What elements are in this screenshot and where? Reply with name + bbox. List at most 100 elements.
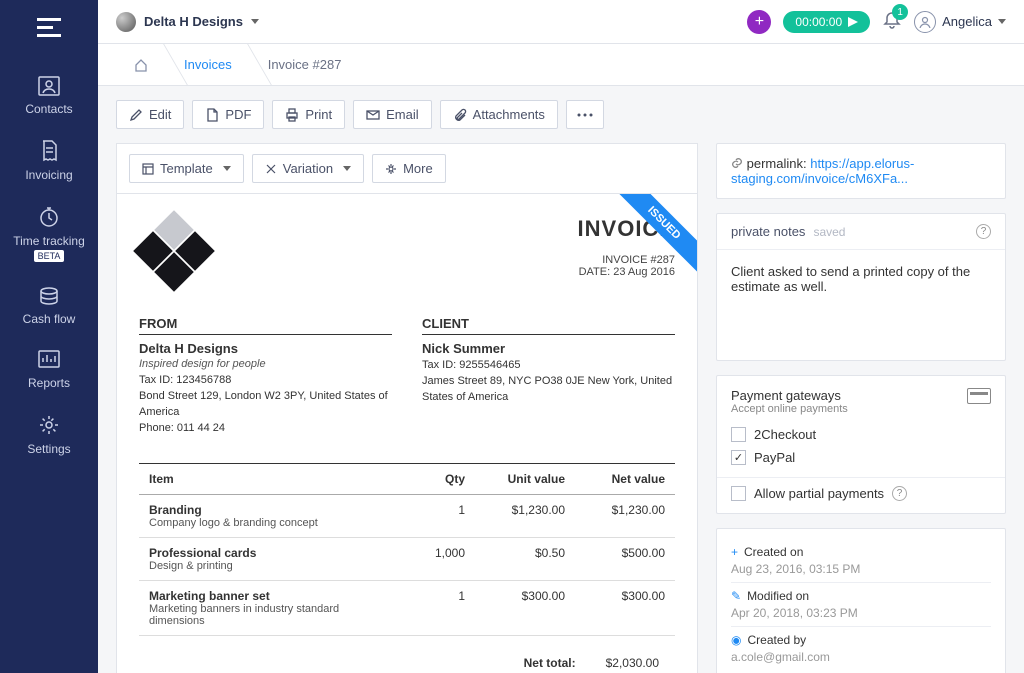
breadcrumb-invoices[interactable]: Invoices — [166, 44, 250, 85]
meta-item: + Created onAug 23, 2016, 03:15 PM — [731, 539, 991, 583]
action-bar: Edit PDF Print Email Attachments — [116, 100, 1006, 129]
chevron-down-icon — [251, 19, 259, 24]
breadcrumb-current: Invoice #287 — [250, 44, 360, 85]
print-button[interactable]: Print — [272, 100, 345, 129]
gateways-subtitle: Accept online payments — [731, 403, 848, 415]
timer-value: 00:00:00 — [795, 15, 842, 29]
gateway-checkbox[interactable]: 2Checkout — [731, 427, 991, 442]
gear-icon — [38, 414, 60, 436]
col-unit: Unit value — [475, 463, 575, 494]
sidebar-label: Cash flow — [23, 312, 76, 326]
from-block: FROM Delta H Designs Inspired design for… — [139, 316, 392, 437]
meta-item: ✎ Modified onApr 20, 2018, 03:23 PM — [731, 583, 991, 627]
sidebar-label: Settings — [27, 442, 70, 456]
link-icon — [731, 157, 743, 169]
help-icon[interactable]: ? — [976, 224, 991, 239]
permalink-panel: permalink: https://app.elorus-staging.co… — [716, 143, 1006, 199]
org-switcher[interactable]: Delta H Designs — [116, 12, 259, 32]
chevron-down-icon — [998, 19, 1006, 24]
notes-saved: saved — [813, 225, 845, 239]
help-icon[interactable]: ? — [892, 486, 907, 501]
gear-icon — [385, 163, 397, 175]
col-item: Item — [139, 463, 405, 494]
card-icon — [967, 388, 991, 404]
home-icon — [134, 58, 148, 72]
checkbox-icon — [731, 427, 746, 442]
sidebar-item-invoicing[interactable]: Invoicing — [0, 126, 98, 192]
variation-icon — [265, 163, 277, 175]
email-icon — [366, 108, 380, 122]
sidebar-item-settings[interactable]: Settings — [0, 400, 98, 466]
cashflow-icon — [38, 286, 60, 306]
notes-textarea[interactable]: Client asked to send a printed copy of t… — [717, 250, 1005, 360]
user-menu[interactable]: Angelica — [914, 11, 1006, 33]
items-table: Item Qty Unit value Net value BrandingCo… — [139, 463, 675, 636]
notifications-button[interactable]: 1 — [882, 10, 902, 33]
sidebar-label: Reports — [28, 376, 70, 390]
print-icon — [285, 108, 299, 122]
stopwatch-icon — [38, 206, 60, 228]
table-row: Marketing banner setMarketing banners in… — [139, 580, 675, 635]
gateways-title: Payment gateways — [731, 388, 848, 403]
company-logo — [139, 216, 209, 286]
invoice-document: ISSUED INVOICE INVOICE #287 DATE: 23 Aug… — [116, 193, 698, 673]
sidebar-item-cashflow[interactable]: Cash flow — [0, 272, 98, 336]
sidebar-label: Contacts — [25, 102, 72, 116]
contacts-icon — [38, 76, 60, 96]
play-icon — [848, 17, 858, 27]
meta-panel: + Created onAug 23, 2016, 03:15 PM✎ Modi… — [716, 528, 1006, 673]
pencil-icon — [129, 108, 143, 122]
sidebar: Contacts Invoicing Time tracking BETA Ca… — [0, 0, 98, 673]
meta-item: ◉ Created bya.cole@gmail.com — [731, 627, 991, 670]
totals-block: Net total:$2,030.00 Total:$2,030.00 — [139, 650, 675, 673]
notif-count: 1 — [892, 4, 908, 20]
org-logo-icon — [116, 12, 136, 32]
invoicing-icon — [39, 140, 59, 162]
sidebar-item-contacts[interactable]: Contacts — [0, 62, 98, 126]
col-net: Net value — [575, 463, 675, 494]
paperclip-icon — [453, 108, 467, 122]
table-row: BrandingCompany logo & branding concept1… — [139, 494, 675, 537]
sidebar-label: Time tracking — [13, 234, 85, 248]
org-name: Delta H Designs — [144, 14, 243, 29]
reports-icon — [38, 350, 60, 370]
avatar-icon — [914, 11, 936, 33]
pdf-button[interactable]: PDF — [192, 100, 264, 129]
col-qty: Qty — [405, 463, 475, 494]
doc-toolbar: Template Variation More — [116, 143, 698, 193]
table-row: Professional cardsDesign & printing1,000… — [139, 537, 675, 580]
checkbox-icon: ✓ — [731, 450, 746, 465]
partial-payments-checkbox[interactable]: Allow partial payments ? — [731, 486, 991, 501]
timer-button[interactable]: 00:00:00 — [783, 11, 870, 33]
dots-icon — [577, 113, 593, 117]
more-actions-button[interactable] — [566, 100, 604, 129]
attachments-button[interactable]: Attachments — [440, 100, 558, 129]
breadcrumb-home[interactable] — [116, 44, 166, 85]
sidebar-item-reports[interactable]: Reports — [0, 336, 98, 400]
variation-dropdown[interactable]: Variation — [252, 154, 364, 183]
client-block: CLIENT Nick Summer Tax ID: 9255546465 Ja… — [422, 316, 675, 437]
permalink-label: permalink: — [747, 156, 807, 171]
app-logo — [37, 18, 61, 44]
beta-badge: BETA — [34, 250, 65, 262]
doc-more-button[interactable]: More — [372, 154, 446, 183]
pdf-icon — [205, 108, 219, 122]
notes-panel: private notes saved ? Client asked to sen… — [716, 213, 1006, 361]
sidebar-item-timetracking[interactable]: Time tracking BETA — [0, 192, 98, 272]
chevron-down-icon — [343, 166, 351, 171]
notes-title: private notes — [731, 224, 805, 239]
user-name: Angelica — [942, 14, 992, 29]
email-button[interactable]: Email — [353, 100, 432, 129]
breadcrumb: Invoices Invoice #287 — [98, 44, 1024, 86]
sidebar-label: Invoicing — [25, 168, 72, 182]
gateways-panel: Payment gateways Accept online payments … — [716, 375, 1006, 514]
chevron-down-icon — [223, 166, 231, 171]
status-ribbon: ISSUED — [607, 194, 697, 284]
gateway-checkbox[interactable]: ✓PayPal — [731, 450, 991, 465]
template-icon — [142, 163, 154, 175]
checkbox-icon — [731, 486, 746, 501]
template-dropdown[interactable]: Template — [129, 154, 244, 183]
edit-button[interactable]: Edit — [116, 100, 184, 129]
add-button[interactable]: + — [747, 10, 771, 34]
topbar: Delta H Designs + 00:00:00 1 Angelica — [98, 0, 1024, 44]
